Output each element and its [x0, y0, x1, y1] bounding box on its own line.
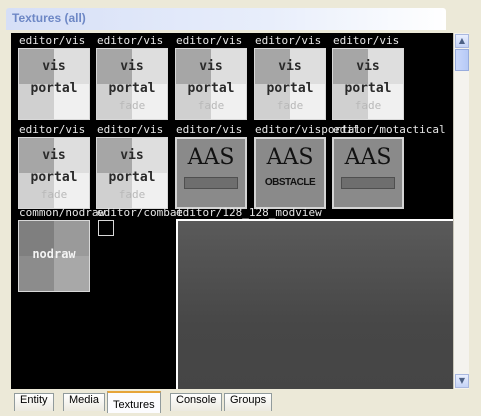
tile-text: AAS: [344, 145, 392, 170]
tile-text: portal: [108, 81, 156, 96]
tab-groups[interactable]: Groups: [224, 393, 273, 411]
tile-text: vis: [278, 59, 302, 74]
tile-text: vis: [42, 148, 66, 163]
tile-text: vis: [42, 59, 66, 74]
tab-console[interactable]: Console: [170, 393, 223, 411]
tile-text: portal: [344, 81, 392, 96]
window-title: Textures (all): [12, 11, 86, 25]
texture-tile-vis-fade[interactable]: vis portal fade: [332, 48, 404, 120]
texture-tile-modview[interactable]: [176, 219, 458, 389]
texture-label: editor/vis: [19, 34, 86, 47]
texture-browser-viewport[interactable]: editor/vis editor/vis editor/vis editor/…: [11, 33, 469, 389]
tile-text: portal: [30, 81, 78, 96]
texture-label: editor/vis: [19, 123, 86, 136]
arrow-down-icon[interactable]: ▼: [455, 374, 469, 388]
texture-tile-vis-fade[interactable]: vis portal fade: [254, 48, 326, 120]
texture-tile-aas[interactable]: AAS: [175, 137, 247, 209]
tab-entity[interactable]: Entity: [14, 393, 54, 411]
tile-text: OBSTACLE: [264, 177, 316, 188]
texture-tile-vis[interactable]: vis portal: [18, 48, 90, 120]
vertical-scrollbar[interactable]: ▲ ▼: [453, 33, 469, 389]
arrow-up-icon[interactable]: ▲: [455, 34, 469, 48]
tile-text: fade: [354, 99, 382, 112]
tile-text: vis: [120, 59, 144, 74]
texture-tile-combat[interactable]: [98, 220, 114, 236]
texture-label: editor/128_128_modview: [176, 206, 322, 219]
texture-label: editor/vis: [176, 123, 243, 136]
tile-text: portal: [266, 81, 314, 96]
texture-tile-nodraw[interactable]: nodraw: [18, 220, 90, 292]
window-titlebar[interactable]: Textures (all): [6, 8, 446, 30]
texture-label: editor/combat: [97, 206, 184, 219]
tile-bar: [341, 177, 395, 189]
tile-text: AAS: [187, 145, 235, 170]
tile-text: portal: [108, 170, 156, 185]
tile-text: fade: [197, 99, 225, 112]
tab-textures[interactable]: Textures: [107, 391, 161, 413]
textures-window: Textures (all) editor/vis editor/vis edi…: [0, 0, 481, 416]
tile-text: vis: [356, 59, 380, 74]
texture-label: editor/motactical: [333, 123, 446, 136]
texture-label: editor/vis: [176, 34, 243, 47]
modview-preview: [178, 221, 456, 389]
tab-media[interactable]: Media: [63, 393, 105, 411]
tile-text: portal: [30, 170, 78, 185]
texture-tile-aas[interactable]: AAS: [332, 137, 404, 209]
tile-text: fade: [118, 99, 146, 112]
tile-text: vis: [199, 59, 223, 74]
tile-bar: [184, 177, 238, 189]
texture-tile-vis-fade[interactable]: vis portal fade: [18, 137, 90, 209]
tile-text: fade: [40, 188, 68, 201]
texture-label: editor/vis: [97, 34, 164, 47]
tile-text: vis: [120, 148, 144, 163]
tile-text: fade: [276, 99, 304, 112]
scrollbar-thumb[interactable]: [455, 49, 469, 71]
texture-label: editor/vis: [97, 123, 164, 136]
texture-tile-vis-fade[interactable]: vis portal fade: [175, 48, 247, 120]
texture-tile-vis-fade[interactable]: vis portal fade: [96, 137, 168, 209]
tile-text: nodraw: [32, 247, 76, 261]
tile-text: AAS: [266, 145, 314, 170]
texture-label: editor/vis: [333, 34, 400, 47]
tile-text: portal: [187, 81, 235, 96]
tile-text: fade: [118, 188, 146, 201]
texture-tile-vis-fade[interactable]: vis portal fade: [96, 48, 168, 120]
texture-tile-aas-obstacle[interactable]: AAS OBSTACLE: [254, 137, 326, 209]
texture-label: editor/vis: [255, 34, 322, 47]
texture-label: common/nodraw: [19, 206, 106, 219]
tab-bar: Entity Media Textures Console Groups: [10, 391, 470, 413]
